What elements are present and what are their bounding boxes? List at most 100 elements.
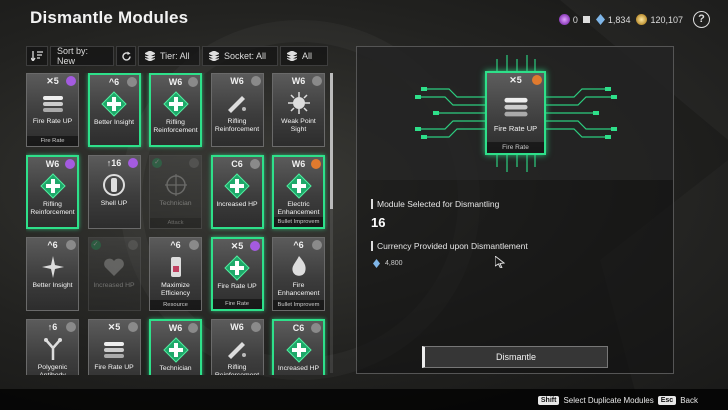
stack-icon (145, 51, 155, 61)
shift-key-hint[interactable]: Shift (537, 396, 560, 405)
socket-badge-icon (188, 323, 198, 333)
green-cross-icon (162, 337, 189, 363)
module-name: Weak Point Sight (281, 118, 316, 133)
selected-module-preview: ✕5 Fire Rate UP Fire Rate (357, 47, 673, 180)
back-label[interactable]: Back (680, 396, 698, 405)
module-name: Increased HP (93, 282, 135, 289)
green-cross-icon (224, 255, 250, 281)
module-card[interactable]: W6 Weak Point Sight (272, 73, 325, 147)
socket-badge-icon (250, 322, 261, 332)
module-card[interactable]: ^6 Fire Enhancement Bullet Improvem (272, 237, 325, 311)
module-card[interactable]: W6 Rifling Reinforcement (26, 155, 79, 229)
socket-badge-icon (127, 240, 138, 250)
dismantle-button[interactable]: Dismantle (422, 346, 608, 368)
socket-badge-icon (250, 76, 261, 86)
green-cross-icon (101, 91, 127, 117)
socket-badge-icon (312, 240, 322, 250)
green-cross-icon (162, 91, 189, 117)
module-card[interactable]: ^6 Maximize Efficiency Resource (149, 237, 202, 311)
module-card[interactable]: C6 Increased HP (210, 155, 264, 229)
rifle-icon (228, 96, 246, 113)
sort-icon (31, 51, 43, 61)
tier-filter[interactable]: Tier: All (138, 46, 200, 66)
socket-badge-icon (126, 77, 137, 87)
count-value: 16 (371, 215, 386, 230)
selected-module-socket: Fire Rate (487, 142, 544, 153)
module-card[interactable]: ✓ Increased HP (87, 237, 141, 311)
help-button[interactable]: ? (693, 11, 710, 28)
module-name: Fire Rate UP (94, 364, 134, 371)
module-card[interactable]: ↑16 Shell UP (87, 155, 141, 229)
currency-label: Currency Provided upon Dismantlement (371, 241, 528, 251)
bullets-icon (503, 97, 528, 117)
sort-dropdown[interactable]: Sort by: New (50, 46, 114, 66)
module-name: Increased HP (216, 201, 258, 208)
module-card[interactable]: W6 Rifling Reinforcement (149, 73, 202, 147)
bullets-icon (104, 342, 124, 358)
currency-crystal: 0 (558, 14, 590, 25)
socket-badge-icon (312, 76, 322, 86)
module-card[interactable]: W6 Electric Enhancement Bullet Improvem (272, 155, 325, 229)
module-grid-scrollbar[interactable] (330, 73, 333, 373)
esc-key-hint[interactable]: Esc (657, 396, 677, 405)
refresh-button[interactable] (116, 46, 136, 66)
module-name: Maximize Efficiency (161, 282, 190, 297)
socket-filter[interactable]: Socket: All (202, 46, 278, 66)
socket-badge-icon (66, 322, 76, 332)
equipped-check-icon: ✓ (90, 240, 101, 250)
module-name: Rifling Reinforcement (30, 201, 75, 216)
all-filter[interactable]: All (280, 46, 328, 66)
selected-module-card: ✕5 Fire Rate UP Fire Rate (485, 71, 546, 155)
select-duplicates-label[interactable]: Select Duplicate Modules (563, 396, 653, 405)
socket-badge-icon (66, 76, 76, 86)
currency-gold: 120,107 (636, 14, 683, 25)
module-name: Shell UP (100, 200, 128, 207)
module-card[interactable]: ✓ Technician Attack (149, 155, 202, 229)
green-cross-icon (285, 337, 312, 363)
bullets-icon (42, 96, 63, 112)
tier-filter-label: Tier: All (160, 51, 190, 61)
footer-hints: Shift Select Duplicate Modules Esc Back (537, 396, 698, 405)
page-title: Dismantle Modules (30, 8, 189, 27)
socket-badge-icon (127, 158, 138, 168)
module-card[interactable]: ^6 Better Insight (26, 237, 79, 311)
socket-badge-icon (532, 75, 542, 85)
antibody-icon (43, 338, 62, 360)
currency-gold-value: 120,107 (650, 14, 683, 25)
module-name: Better Insight (93, 119, 135, 126)
socket-badge-icon (188, 77, 198, 87)
socket-badge-icon (189, 240, 199, 250)
filter-toolbar: Sort by: New Tier: All Socket: All All (26, 46, 328, 66)
mouse-cursor-icon (495, 256, 505, 268)
module-card[interactable]: ✕5 Fire Rate UP Fire Rate (26, 73, 79, 147)
socket-badge-icon (65, 159, 75, 169)
green-cross-icon (39, 173, 66, 199)
starburst-icon (41, 256, 64, 278)
scrollbar-thumb[interactable] (330, 73, 333, 209)
green-cross-icon (285, 173, 312, 199)
module-card[interactable]: W6 Rifling Reinforcement (210, 73, 264, 147)
currency-kuiper-value: 1,834 (607, 14, 631, 25)
module-socket-type: Attack (150, 218, 201, 228)
module-name: Better Insight (32, 282, 73, 289)
module-socket-type: Fire Rate (212, 299, 262, 309)
module-card[interactable]: W6 Rifling Reinforcement (210, 319, 264, 375)
blue-kuiper-icon (595, 14, 605, 25)
sort-order-button[interactable] (26, 46, 48, 66)
socket-filter-label: Socket: All (224, 51, 267, 61)
all-filter-label: All (302, 51, 313, 61)
currency-bar: 0 1,834 120,107 ? (558, 11, 710, 28)
module-name: Fire Rate UP (32, 118, 73, 125)
module-card[interactable]: ✕5 Fire Rate UP (87, 319, 141, 375)
blue-kuiper-icon (373, 259, 380, 268)
module-name: Rifling Reinforcement (153, 119, 198, 134)
module-card[interactable]: ^6 Better Insight (87, 73, 141, 147)
socket-badge-icon (249, 241, 260, 251)
module-name: Polygenic Antibody (37, 364, 68, 375)
module-card[interactable]: ✕5 Fire Rate UP Fire Rate (210, 237, 264, 311)
module-card[interactable]: W6 Technician (149, 319, 202, 375)
shell-icon (103, 174, 125, 196)
module-card[interactable]: ↑6 Polygenic Antibody (26, 319, 79, 375)
stack-icon (287, 51, 297, 61)
module-card[interactable]: C6 Increased HP (272, 319, 325, 375)
